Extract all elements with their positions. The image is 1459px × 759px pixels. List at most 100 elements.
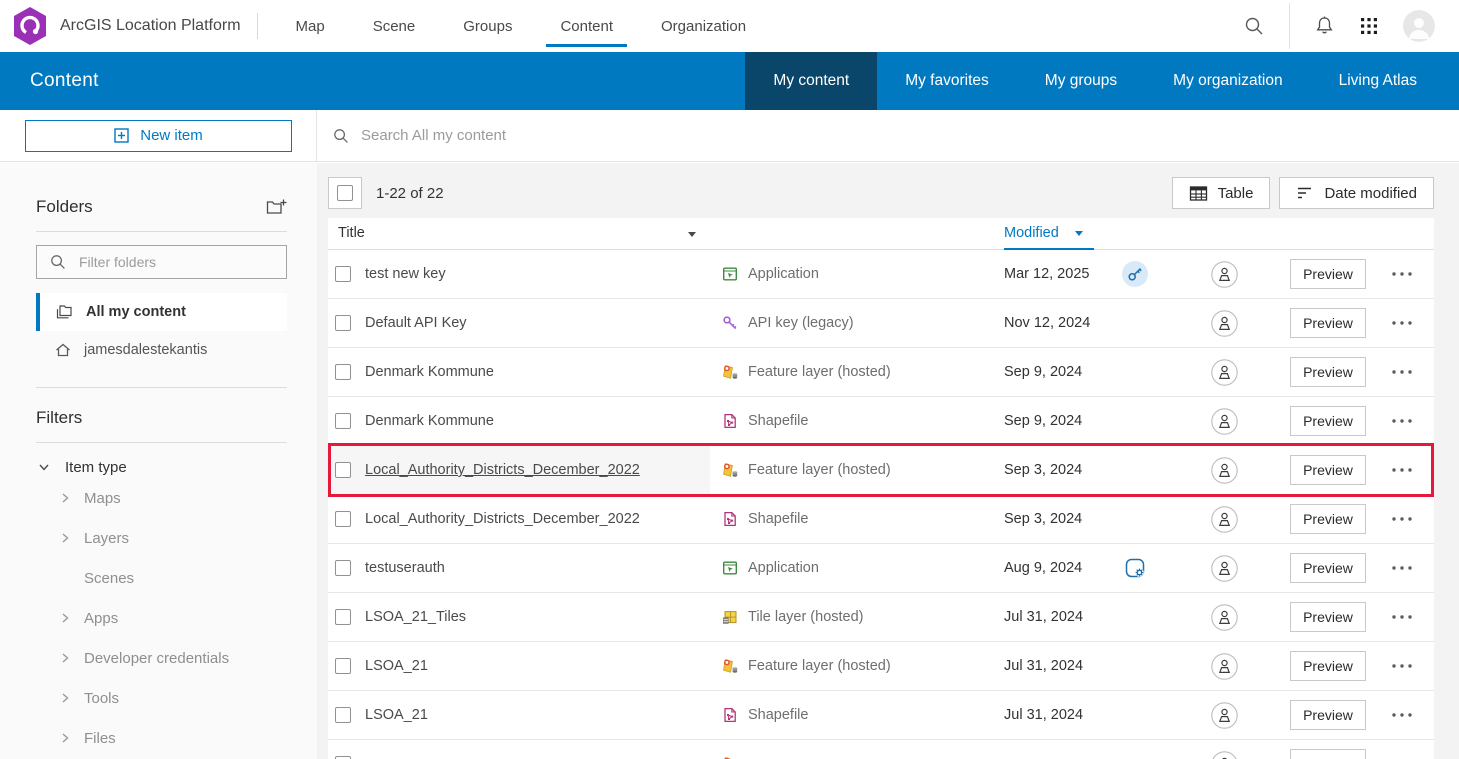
row-checkbox[interactable] [335,707,351,723]
sharing-owner-icon [1211,555,1238,582]
more-options-icon[interactable] [1391,565,1413,571]
chevron-right-icon [58,491,72,505]
more-options-icon[interactable] [1391,467,1413,473]
sharing-owner-icon [1211,653,1238,680]
preview-button[interactable]: Preview [1290,749,1366,759]
column-modified[interactable]: Modified [1004,225,1085,241]
search-icon[interactable] [1243,15,1265,37]
folder-item-jamesdalestekantis[interactable]: jamesdalestekantis [36,331,287,369]
filter-item-layers[interactable]: Layers [36,518,287,558]
table-view-icon [1189,185,1208,202]
preview-button[interactable]: Preview [1290,553,1366,583]
tab-living-atlas[interactable]: Living Atlas [1311,52,1445,110]
feature-layer-icon [722,364,739,381]
table-row: LSOA_21 Shapefile Jul 31, 2024 Preview [328,691,1434,740]
item-title-link[interactable]: LSOA_21_Tiles [365,609,722,625]
nav-item-content[interactable]: Content [536,0,637,52]
preview-button[interactable]: Preview [1290,455,1366,485]
table-row: Default API Key API key (legacy) Nov 12,… [328,299,1434,348]
folders-header: Folders [36,197,287,217]
tab-my-organization[interactable]: My organization [1145,52,1310,110]
item-type-label: Tile layer (hosted) [748,609,864,625]
item-title-link[interactable]: Local_Authority_Districts_December_2022 [365,511,722,527]
more-options-icon[interactable] [1391,320,1413,326]
row-checkbox[interactable] [335,364,351,380]
caret-down-icon [1073,227,1085,239]
preview-button[interactable]: Preview [1290,504,1366,534]
more-options-icon[interactable] [1391,516,1413,522]
select-all-checkbox[interactable] [337,185,353,201]
nav-item-organization[interactable]: Organization [637,0,770,52]
folder-item-all-my-content[interactable]: All my content [36,293,287,331]
nav-item-scene[interactable]: Scene [349,0,440,52]
application-icon [722,560,739,576]
filter-item-scenes[interactable]: Scenes [36,558,287,598]
content-panel: 1-22 of 22 Table Date modified Title [317,163,1459,759]
application-icon [722,266,739,282]
caret-down-icon[interactable] [686,228,698,244]
item-title-link[interactable]: LSOA_21 [365,707,722,723]
nav-item-groups[interactable]: Groups [439,0,536,52]
tab-my-content[interactable]: My content [745,52,877,110]
row-checkbox[interactable] [335,266,351,282]
preview-button[interactable]: Preview [1290,308,1366,338]
app-launcher-icon[interactable] [1359,16,1379,36]
sharing-owner-icon [1211,702,1238,729]
filter-item-tools[interactable]: Tools [36,678,287,718]
row-checkbox[interactable] [335,609,351,625]
item-title-link[interactable]: Default API Key [365,315,722,331]
item-title-link[interactable]: testuserauth [365,560,722,576]
chevron-down-icon [36,459,52,475]
more-options-icon[interactable] [1391,663,1413,669]
item-title-link[interactable]: Denmark Kommune [365,364,722,380]
row-checkbox[interactable] [335,658,351,674]
table-row: LSOA_21_Tiles Tile layer (hosted) Jul 31… [328,593,1434,642]
tab-my-favorites[interactable]: My favorites [877,52,1017,110]
filter-group-item-type[interactable]: Item type [36,456,287,478]
notifications-bell-icon[interactable] [1314,15,1335,37]
table-view-button[interactable]: Table [1172,177,1271,209]
more-options-icon[interactable] [1391,712,1413,718]
item-title-link[interactable]: LSOA_21 [365,658,722,674]
row-checkbox[interactable] [335,413,351,429]
row-checkbox[interactable] [335,560,351,576]
sort-button[interactable]: Date modified [1279,177,1434,209]
column-title[interactable]: Title [338,225,365,241]
avatar[interactable] [1403,10,1435,42]
item-title-link[interactable]: Local_Authority_Districts_December_2022 [365,462,722,478]
item-modified-date: Aug 9, 2024 [1004,560,1114,576]
preview-button[interactable]: Preview [1290,651,1366,681]
filter-item-developer-credentials[interactable]: Developer credentials [36,638,287,678]
arcgis-logo-icon[interactable] [12,6,48,46]
row-checkbox[interactable] [335,315,351,331]
top-bar-actions [1243,0,1459,52]
more-options-icon[interactable] [1391,614,1413,620]
row-checkbox[interactable] [335,462,351,478]
item-title-link[interactable]: Denmark Kommune [365,413,722,429]
new-item-button[interactable]: New item [25,120,292,152]
divider [1289,3,1290,49]
preview-button[interactable]: Preview [1290,406,1366,436]
row-checkbox[interactable] [335,511,351,527]
preview-button[interactable]: Preview [1290,357,1366,387]
preview-button[interactable]: Preview [1290,700,1366,730]
tab-my-groups[interactable]: My groups [1017,52,1145,110]
new-folder-icon[interactable] [265,197,287,217]
filter-item-apps[interactable]: Apps [36,598,287,638]
shapefile-icon [722,511,739,527]
item-modified-date: Mar 12, 2025 [1004,266,1114,282]
more-options-icon[interactable] [1391,418,1413,424]
sort-icon [1296,185,1314,201]
filter-item-files[interactable]: Files [36,718,287,758]
filter-item-maps[interactable]: Maps [36,478,287,518]
item-modified-date: Sep 9, 2024 [1004,413,1114,429]
search-input[interactable] [359,126,1063,145]
preview-button[interactable]: Preview [1290,259,1366,289]
folder-filter-input[interactable] [77,253,274,271]
more-options-icon[interactable] [1391,369,1413,375]
select-all-box[interactable] [328,177,362,209]
nav-item-map[interactable]: Map [272,0,349,52]
more-options-icon[interactable] [1391,271,1413,277]
item-title-link[interactable]: test new key [365,266,722,282]
preview-button[interactable]: Preview [1290,602,1366,632]
